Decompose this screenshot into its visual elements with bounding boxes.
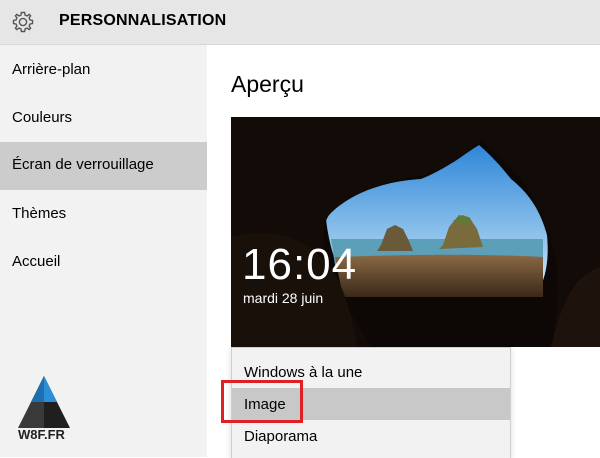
page-title: Aperçu (231, 71, 304, 97)
lockscreen-time: 16:04 (242, 240, 358, 289)
lockscreen-preview (231, 117, 600, 347)
logo-text: W8F.FR (18, 427, 65, 442)
w8f-logo-icon (18, 376, 70, 428)
title-bar: PERSONNALISATION (0, 0, 600, 45)
sidebar-item-label: Accueil (12, 253, 61, 270)
sidebar-item-accueil[interactable]: Accueil (0, 239, 207, 287)
lockscreen-date: mardi 28 juin (243, 290, 324, 306)
dropdown-option-diaporama[interactable]: Diaporama (232, 420, 510, 452)
window-title: PERSONNALISATION (59, 12, 227, 29)
sidebar-item-couleurs[interactable]: Couleurs (0, 95, 207, 143)
sidebar-item-label: Couleurs (12, 109, 73, 126)
annotation-highlight-box (221, 380, 303, 423)
sidebar-item-label: Arrière-plan (12, 61, 91, 78)
gear-icon[interactable] (11, 10, 35, 34)
dropdown-option-label: Windows à la une (244, 364, 363, 381)
cave-beach-image (231, 117, 600, 347)
sidebar-item-label: Thèmes (12, 205, 67, 222)
sidebar-item-themes[interactable]: Thèmes (0, 191, 207, 239)
sidebar-item-arriere-plan[interactable]: Arrière-plan (0, 47, 207, 95)
dropdown-option-label: Diaporama (244, 428, 318, 445)
sidebar-item-label: Écran de verrouillage (12, 156, 154, 173)
sidebar-item-ecran-de-verrouillage[interactable]: Écran de verrouillage (0, 142, 207, 190)
